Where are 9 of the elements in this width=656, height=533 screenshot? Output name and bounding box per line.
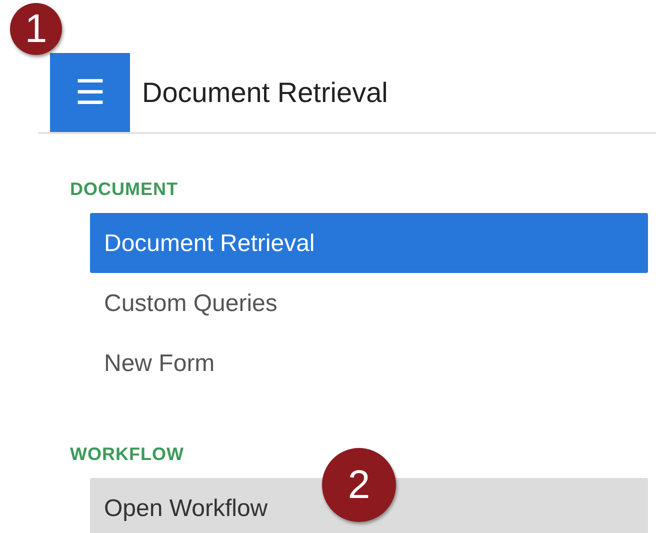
page-title: Document Retrieval <box>142 76 388 110</box>
section-heading: DOCUMENT <box>70 178 179 201</box>
nav-item[interactable]: New Form <box>90 333 648 393</box>
nav-item[interactable]: Custom Queries <box>90 273 648 333</box>
step-badge: 1 <box>10 3 62 55</box>
section-heading: WORKFLOW <box>70 443 185 466</box>
nav-item[interactable]: Document Retrieval <box>90 213 648 273</box>
menu-button[interactable]: ☰ <box>50 53 130 132</box>
step-badge: 2 <box>322 448 396 522</box>
